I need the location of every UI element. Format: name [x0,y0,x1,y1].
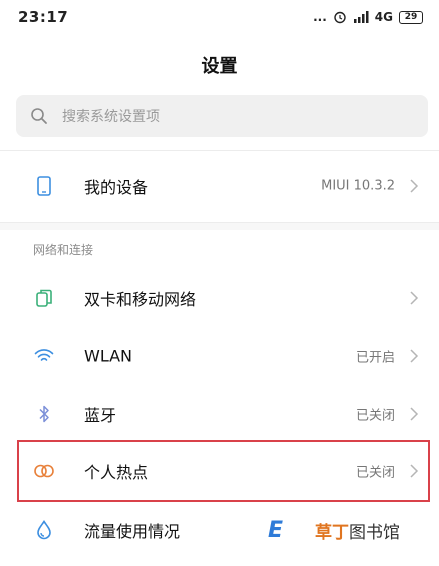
watermark-text-a: 草丁 [315,523,350,543]
row-wlan[interactable]: WLAN 已开启 [0,328,439,384]
settings-page: 23:17 ... 4G 29 设置 搜索系统设置项 我的设备 MIUI 10.… [0,0,439,566]
my-device-row[interactable]: 我的设备 MIUI 10.3.2 [0,158,439,214]
section-header-network: 网络和连接 [33,243,94,257]
search-placeholder: 搜索系统设置项 [62,109,160,125]
row-bluetooth[interactable]: 蓝牙 已关闭 [0,386,439,442]
row-label: 流量使用情况 [84,522,181,541]
water-drop-icon [33,519,55,541]
status-icons: ... 4G 29 [313,10,423,24]
row-status: 已关闭 [355,408,395,424]
row-label: 双卡和移动网络 [84,290,197,309]
section-gap [0,222,439,230]
chevron-right-icon [410,291,419,305]
bluetooth-icon [33,403,55,425]
wifi-icon [33,345,55,367]
battery-level: 29 [404,11,418,22]
chevron-right-icon [410,407,419,421]
battery-icon: 29 [399,10,423,24]
watermark-logo: E [268,518,286,543]
alarm-icon [334,11,346,24]
divider [0,150,439,151]
row-label: 蓝牙 [84,406,117,425]
sim-card-icon [33,287,55,309]
row-label: WLAN [84,346,133,366]
more-dots-icon: ... [313,10,327,24]
status-time: 23:17 [18,8,69,26]
chevron-right-icon [410,179,419,193]
divider [0,222,439,223]
watermark: E 草丁 图书馆 [268,518,400,543]
row-status: 已开启 [355,350,395,366]
phone-icon [33,175,55,197]
status-bar: 23:17 ... 4G 29 [0,0,439,34]
highlight-box [17,440,430,502]
chevron-right-icon [410,349,419,363]
watermark-text-b: 图书馆 [349,523,401,543]
my-device-value: MIUI 10.3.2 [321,178,395,194]
signal-icon [353,11,369,23]
row-dual-sim[interactable]: 双卡和移动网络 [0,270,439,326]
search-input[interactable]: 搜索系统设置项 [16,95,428,137]
my-device-label: 我的设备 [84,178,149,197]
network-type: 4G [374,10,393,24]
search-icon [31,108,47,124]
page-title: 设置 [201,56,238,77]
